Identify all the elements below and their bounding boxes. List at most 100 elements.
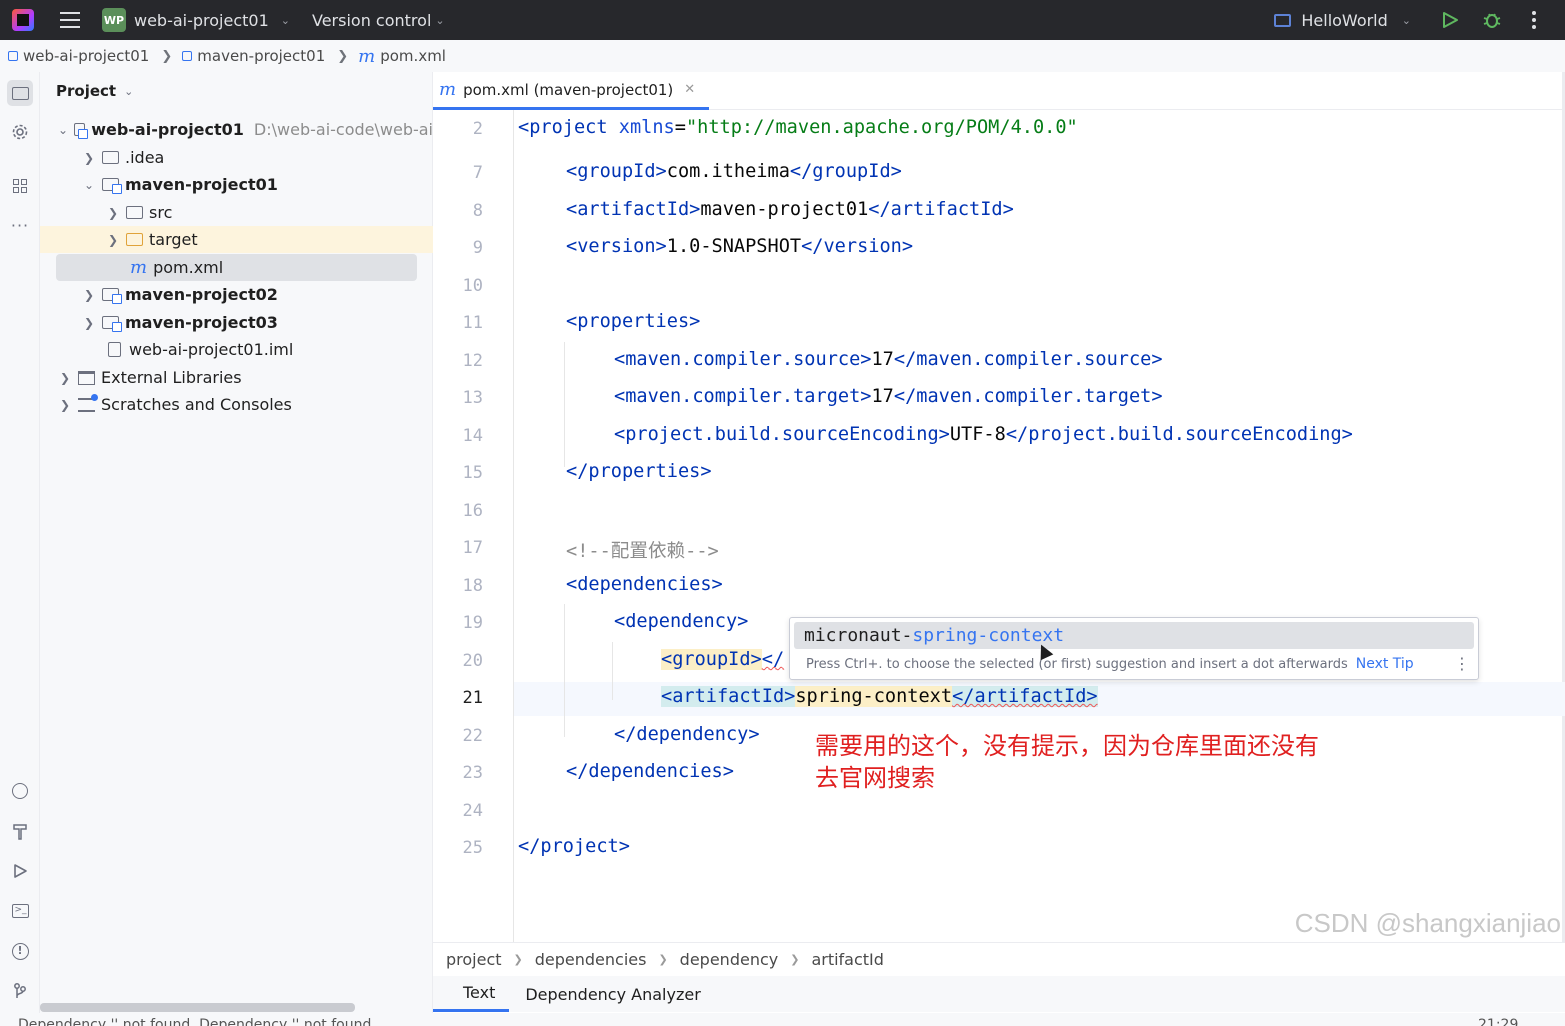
tree-item-target[interactable]: ❯ target (40, 226, 433, 253)
problems-tool-button[interactable]: ! (7, 938, 33, 964)
run-icon (14, 864, 27, 878)
code-line-25[interactable]: </project> (518, 836, 630, 857)
completion-item[interactable]: micronaut-spring-context (794, 622, 1474, 649)
tree-item-external-libraries[interactable]: ❯ External Libraries (40, 364, 433, 391)
tool-window-strip: ··· >_ ! (0, 72, 40, 1026)
code-line-2[interactable]: <project xmlns="http://maven.apache.org/… (518, 117, 1078, 138)
code-line-9[interactable]: <version>1.0-SNAPSHOT</version> (566, 236, 913, 257)
crumb-dependency[interactable]: dependency (680, 950, 779, 969)
chevron-down-icon: ⌄ (1401, 13, 1411, 27)
version-control-label: Version control (312, 10, 432, 30)
xml-tag: </version> (801, 236, 914, 257)
code-line-18[interactable]: <dependencies> (566, 574, 723, 595)
completion-popup: micronaut-spring-context Press Ctrl+. to… (789, 617, 1479, 680)
tree-item-idea[interactable]: ❯ .idea (40, 144, 433, 171)
line-number: 2 (472, 119, 483, 139)
line-number: 15 (462, 463, 483, 483)
settings-tool-button[interactable] (7, 119, 33, 145)
line-number: 16 (462, 501, 483, 521)
xml-tag: </project.build.sourceEncoding> (1005, 424, 1353, 445)
breadcrumb-module[interactable]: maven-project01 (182, 47, 325, 65)
tree-item-scratches[interactable]: ❯ Scratches and Consoles (40, 391, 433, 418)
breadcrumb-project[interactable]: web-ai-project01 (8, 47, 149, 65)
git-branch-icon (14, 983, 26, 998)
tab-text[interactable]: Text (433, 976, 510, 1012)
line-number: 7 (472, 163, 483, 183)
code-line-20[interactable]: <groupId></ (661, 649, 784, 670)
chevron-right-icon: ❯ (161, 48, 173, 64)
close-icon[interactable]: ✕ (684, 82, 695, 97)
tree-item-maven-project03[interactable]: ❯ maven-project03 (40, 309, 433, 336)
project-switcher[interactable]: WP web-ai-project01 ⌄ (102, 8, 290, 32)
tree-item-root[interactable]: ⌄ web-ai-project01 D:\web-ai-code\web-ai (40, 116, 433, 143)
chevron-down-icon: ⌄ (280, 13, 290, 27)
code-line-21[interactable]: <artifactId>spring-context</artifactId> (661, 686, 1098, 707)
project-tool-button[interactable] (7, 80, 33, 106)
watermark: CSDN @shangxianjiao (1294, 908, 1561, 938)
indent-guide (612, 642, 613, 700)
horizontal-scrollbar[interactable] (40, 1003, 355, 1012)
build-tool-button[interactable] (7, 818, 33, 844)
xml-value: maven-project01 (700, 199, 869, 220)
crumb-dependencies[interactable]: dependencies (535, 950, 647, 969)
code-line-15[interactable]: </properties> (566, 461, 712, 482)
terminal-tool-button[interactable]: >_ (7, 898, 33, 924)
code-line-7[interactable]: <groupId>com.itheima</groupId> (566, 161, 902, 182)
breadcrumb-file[interactable]: m pom.xml (358, 46, 446, 67)
more-vertical-icon[interactable]: ⋮ (1454, 654, 1470, 673)
tab-label: pom.xml (maven-project01) (463, 80, 674, 99)
status-message[interactable]: Dependency '' not found. Dependency '' n… (18, 1017, 371, 1026)
debug-button[interactable] (1481, 9, 1503, 31)
module-folder-icon (74, 123, 89, 139)
project-view-selector[interactable]: Project ⌄ (56, 82, 133, 100)
tree-item-label: maven-project02 (125, 285, 278, 304)
tree-item-label: .idea (125, 148, 165, 167)
run-configuration-selector[interactable]: HelloWorld ⌄ (1274, 11, 1411, 30)
code-line-12[interactable]: <maven.compiler.source>17</maven.compile… (614, 349, 1163, 370)
intellij-logo-icon[interactable] (12, 9, 34, 31)
chevron-right-icon: ❯ (107, 205, 119, 220)
more-actions-button[interactable] (1523, 9, 1545, 31)
git-tool-button[interactable] (7, 978, 33, 1004)
tree-item-src[interactable]: ❯ src (40, 199, 433, 226)
module-icon (8, 51, 18, 61)
code-line-22[interactable]: </dependency> (614, 724, 760, 745)
code-line-14[interactable]: <project.build.sourceEncoding>UTF-8</pro… (614, 424, 1353, 445)
tree-item-label: web-ai-project01 (91, 120, 244, 139)
code-line-19[interactable]: <dependency> (614, 611, 748, 632)
editor-bottom-tabs: Text Dependency Analyzer (433, 976, 1565, 1012)
run-button[interactable] (1439, 9, 1461, 31)
line-number: 24 (462, 801, 483, 821)
crumb-artifactid[interactable]: artifactId (811, 950, 883, 969)
code-line-17[interactable]: <!--配置依赖--> (566, 536, 719, 563)
completion-hint-row: Press Ctrl+. to choose the selected (or … (806, 654, 1470, 673)
tab-pom-xml[interactable]: m pom.xml (maven-project01) ✕ (433, 72, 710, 110)
code-line-13[interactable]: <maven.compiler.target>17</maven.compile… (614, 386, 1163, 407)
line-number-current: 21 (462, 688, 483, 708)
tree-item-iml[interactable]: web-ai-project01.iml (40, 336, 433, 363)
tab-dependency-analyzer[interactable]: Dependency Analyzer (509, 976, 716, 1012)
xml-string: "http://maven.apache.org/POM/4.0.0" (685, 117, 1078, 138)
run-tool-button[interactable] (7, 858, 33, 884)
crumb-project[interactable]: project (446, 950, 502, 969)
next-tip-link[interactable]: Next Tip (1356, 656, 1414, 672)
line-number: 12 (462, 351, 483, 371)
breadcrumb-label: maven-project01 (197, 47, 326, 65)
tree-item-label: src (149, 203, 173, 222)
structure-icon (13, 179, 27, 193)
code-line-11[interactable]: <properties> (566, 311, 700, 332)
main-menu-icon[interactable] (60, 12, 80, 28)
tree-item-pom[interactable]: m pom.xml (56, 254, 417, 281)
tree-item-maven-project02[interactable]: ❯ maven-project02 (40, 281, 433, 308)
xml-tag: <artifactId> (566, 199, 701, 220)
library-icon (78, 370, 95, 385)
xml-tag: </artifactId> (868, 199, 1014, 220)
code-line-8[interactable]: <artifactId>maven-project01</artifactId> (566, 199, 1014, 220)
version-control-menu[interactable]: Version control ⌄ (312, 11, 445, 30)
services-tool-button[interactable] (7, 778, 33, 804)
annotation-line: 需要用的这个，没有提示，因为仓库里面还没有 (815, 732, 1319, 760)
more-tools-button[interactable]: ··· (7, 212, 33, 238)
code-line-23[interactable]: </dependencies> (566, 761, 734, 782)
structure-tool-button[interactable] (7, 173, 33, 199)
tree-item-maven-project01[interactable]: ⌄ maven-project01 (40, 171, 433, 198)
